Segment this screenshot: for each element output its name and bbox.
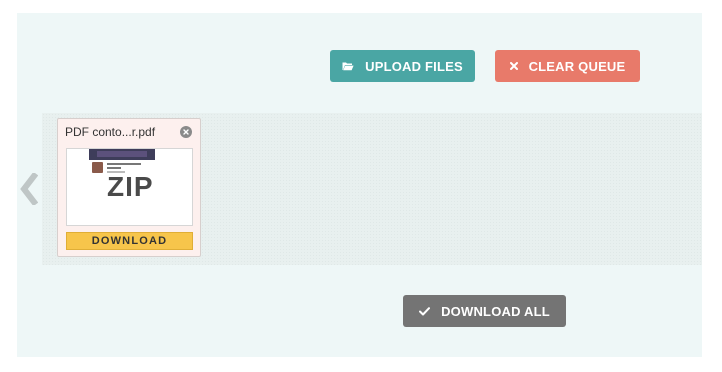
upload-files-label: UPLOAD FILES — [365, 58, 463, 74]
file-thumbnail: ZIP — [66, 148, 193, 226]
clear-queue-button[interactable]: CLEAR QUEUE — [495, 50, 640, 82]
clear-queue-label: CLEAR QUEUE — [528, 58, 626, 74]
thumbnail-cover — [92, 162, 103, 173]
thumbnail-line — [107, 163, 141, 165]
thumbnail-banner — [89, 149, 155, 160]
close-icon — [509, 62, 518, 70]
folder-open-icon — [342, 61, 354, 71]
thumbnail-line — [107, 167, 121, 169]
upload-files-button[interactable]: UPLOAD FILES — [330, 50, 475, 82]
close-circle-icon[interactable] — [180, 126, 192, 138]
checkmark-icon — [419, 306, 431, 316]
file-card: PDF conto...r.pdf ZIP DOWNLOAD — [57, 118, 201, 257]
file-name: PDF conto...r.pdf — [65, 125, 156, 139]
chevron-left-icon[interactable] — [18, 170, 40, 208]
zip-label: ZIP — [107, 171, 154, 202]
download-button[interactable]: DOWNLOAD — [66, 232, 193, 250]
download-all-button[interactable]: DOWNLOAD ALL — [403, 295, 566, 327]
download-all-label: DOWNLOAD ALL — [441, 303, 550, 319]
